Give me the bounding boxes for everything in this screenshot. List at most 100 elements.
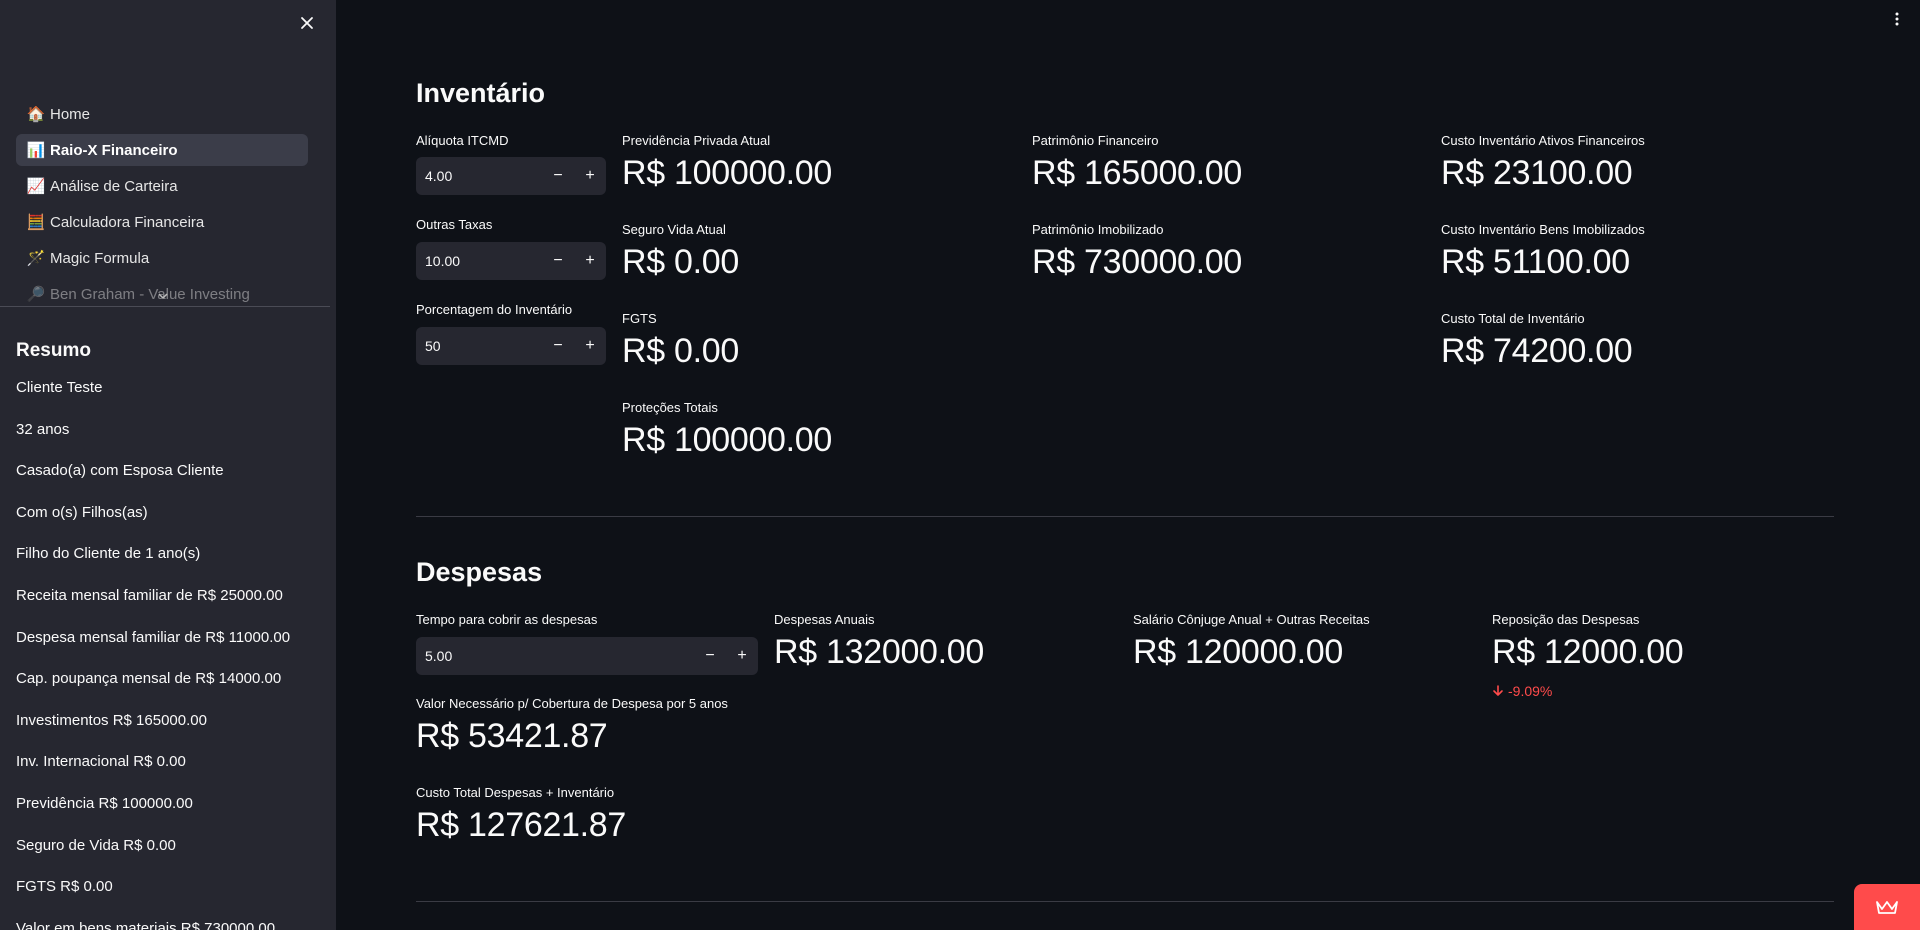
resumo-item: Receita mensal familiar de R$ 25000.00 bbox=[16, 586, 283, 604]
metric-value: R$ 100000.00 bbox=[622, 421, 833, 459]
metric-value: R$ 127621.87 bbox=[416, 806, 627, 844]
sidebar-item-label: Calculadora Financeira bbox=[50, 213, 205, 231]
metric-value: R$ 0.00 bbox=[622, 243, 739, 281]
sidebar-item-label: Home bbox=[50, 105, 91, 123]
porcentagem-inventario-input[interactable]: 50 − + bbox=[416, 327, 606, 365]
metric-label: Despesas Anuais bbox=[774, 612, 875, 627]
resumo-section: Resumo Cliente Teste 32 anos Casado(a) c… bbox=[16, 340, 316, 930]
metric-label: Patrimônio Imobilizado bbox=[1032, 222, 1164, 237]
sidebar-item-label: Raio-X Financeiro bbox=[50, 141, 178, 159]
resumo-item: 32 anos bbox=[16, 420, 70, 438]
tempo-despesas-label: Tempo para cobrir as despesas bbox=[416, 612, 598, 627]
main-content: Inventário Alíquota ITCMD 4.00 − + Outra… bbox=[336, 0, 1920, 930]
sidebar-nav: 🏠 Home 📊 Raio-X Financeiro 📈 Análise de … bbox=[16, 98, 308, 314]
number-input-value[interactable]: 10.00 bbox=[416, 253, 542, 269]
chart-increasing-icon: 📈 bbox=[26, 178, 46, 195]
resumo-item: Casado(a) com Esposa Cliente bbox=[16, 462, 224, 480]
increment-button[interactable]: + bbox=[574, 242, 606, 280]
close-sidebar-button[interactable] bbox=[296, 12, 318, 34]
aliquota-itcmd-input[interactable]: 4.00 − + bbox=[416, 157, 606, 195]
metric-value: R$ 74200.00 bbox=[1441, 332, 1633, 370]
resumo-item: Seguro de Vida R$ 0.00 bbox=[16, 836, 176, 854]
sidebar-item-calculadora-financeira[interactable]: 🧮 Calculadora Financeira bbox=[16, 206, 308, 238]
sidebar-item-home[interactable]: 🏠 Home bbox=[16, 98, 308, 130]
inventario-title: Inventário bbox=[416, 78, 546, 108]
increment-button[interactable]: + bbox=[574, 157, 606, 195]
metric-label: Previdência Privada Atual bbox=[622, 133, 771, 148]
metric-label: Reposição das Despesas bbox=[1492, 612, 1640, 627]
metric-value: R$ 120000.00 bbox=[1133, 633, 1344, 671]
abacus-icon: 🧮 bbox=[26, 214, 46, 231]
metric-label: Custo Inventário Bens Imobilizados bbox=[1441, 222, 1645, 237]
decrement-button[interactable]: − bbox=[694, 637, 726, 675]
resumo-title: Resumo bbox=[16, 340, 91, 361]
resumo-item: Valor em bens materiais R$ 730000.00 bbox=[16, 919, 276, 930]
crown-icon bbox=[1876, 901, 1898, 914]
metric-label: Salário Cônjuge Anual + Outras Receitas bbox=[1133, 612, 1370, 627]
metric-label: FGTS bbox=[622, 311, 657, 326]
sidebar-divider bbox=[0, 306, 330, 307]
kebab-menu-icon bbox=[1895, 12, 1899, 26]
resumo-item: Com o(s) Filhos(as) bbox=[16, 503, 148, 521]
metric-value: R$ 730000.00 bbox=[1032, 243, 1243, 281]
metric-value: R$ 165000.00 bbox=[1032, 154, 1243, 192]
resumo-item: Filho do Cliente de 1 ano(s) bbox=[16, 545, 201, 563]
magic-wand-icon: 🪄 bbox=[26, 250, 46, 267]
section-divider bbox=[416, 516, 1834, 517]
metric-value: R$ 100000.00 bbox=[622, 154, 833, 192]
section-divider bbox=[416, 901, 1834, 902]
decrement-button[interactable]: − bbox=[542, 242, 574, 280]
resumo-item: Inv. Internacional R$ 0.00 bbox=[16, 753, 186, 771]
resumo-item: Cap. poupança mensal de R$ 14000.00 bbox=[16, 670, 282, 688]
metric-label: Valor Necessário p/ Cobertura de Despesa… bbox=[416, 696, 728, 711]
metric-value: R$ 132000.00 bbox=[774, 633, 985, 671]
sidebar: 🏠 Home 📊 Raio-X Financeiro 📈 Análise de … bbox=[0, 0, 336, 930]
magnifier-icon: 🔎 bbox=[26, 286, 46, 303]
metric-value: R$ 0.00 bbox=[622, 332, 739, 370]
app-root: 🏠 Home 📊 Raio-X Financeiro 📈 Análise de … bbox=[0, 0, 1920, 930]
metric-label: Patrimônio Financeiro bbox=[1032, 133, 1159, 148]
decrement-button[interactable]: − bbox=[542, 157, 574, 195]
bar-chart-icon: 📊 bbox=[26, 142, 46, 159]
metric-label: Proteções Totais bbox=[622, 400, 718, 415]
porcentagem-inventario-label: Porcentagem do Inventário bbox=[416, 302, 573, 317]
number-input-value[interactable]: 5.00 bbox=[416, 648, 694, 664]
increment-button[interactable]: + bbox=[726, 637, 758, 675]
metric-value: R$ 53421.87 bbox=[416, 717, 608, 755]
nav-scroll-chevron-icon[interactable] bbox=[158, 289, 168, 303]
metric-label: Seguro Vida Atual bbox=[622, 222, 726, 237]
sidebar-item-label: Ben Graham - Value Investing bbox=[50, 285, 250, 303]
sidebar-item-label: Magic Formula bbox=[50, 249, 150, 267]
sidebar-item-raio-x-financeiro[interactable]: 📊 Raio-X Financeiro bbox=[16, 134, 308, 166]
metric-label: Custo Total Despesas + Inventário bbox=[416, 785, 615, 800]
resumo-item: Cliente Teste bbox=[16, 379, 103, 396]
increment-button[interactable]: + bbox=[574, 327, 606, 365]
sidebar-item-label: Análise de Carteira bbox=[50, 177, 178, 195]
number-input-value[interactable]: 4.00 bbox=[416, 168, 542, 184]
resumo-item: Despesa mensal familiar de R$ 11000.00 bbox=[16, 628, 291, 646]
resumo-item: FGTS R$ 0.00 bbox=[16, 878, 113, 896]
metric-delta: -9.09% bbox=[1492, 683, 1552, 699]
outras-taxas-label: Outras Taxas bbox=[416, 217, 493, 232]
metric-value: R$ 12000.00 bbox=[1492, 633, 1684, 671]
resumo-item: Previdência R$ 100000.00 bbox=[16, 794, 193, 812]
outras-taxas-input[interactable]: 10.00 − + bbox=[416, 242, 606, 280]
sidebar-item-analise-de-carteira[interactable]: 📈 Análise de Carteira bbox=[16, 170, 308, 202]
house-icon: 🏠 bbox=[26, 106, 46, 123]
metric-value: R$ 23100.00 bbox=[1441, 154, 1633, 192]
sidebar-item-magic-formula[interactable]: 🪄 Magic Formula bbox=[16, 242, 308, 274]
main-menu-button[interactable] bbox=[1890, 12, 1904, 26]
aliquota-itcmd-label: Alíquota ITCMD bbox=[416, 133, 509, 148]
streamlit-app-button[interactable] bbox=[1854, 884, 1920, 930]
tempo-despesas-input[interactable]: 5.00 − + bbox=[416, 637, 758, 675]
close-icon bbox=[301, 17, 313, 29]
decrement-button[interactable]: − bbox=[542, 327, 574, 365]
metric-label: Custo Total de Inventário bbox=[1441, 311, 1585, 326]
arrow-down-icon bbox=[1493, 685, 1503, 696]
metric-label: Custo Inventário Ativos Financeiros bbox=[1441, 133, 1645, 148]
resumo-item: Investimentos R$ 165000.00 bbox=[16, 711, 207, 729]
number-input-value[interactable]: 50 bbox=[416, 338, 542, 354]
delta-value: -9.09% bbox=[1508, 683, 1553, 699]
metric-value: R$ 51100.00 bbox=[1441, 243, 1630, 281]
despesas-title: Despesas bbox=[416, 557, 543, 587]
